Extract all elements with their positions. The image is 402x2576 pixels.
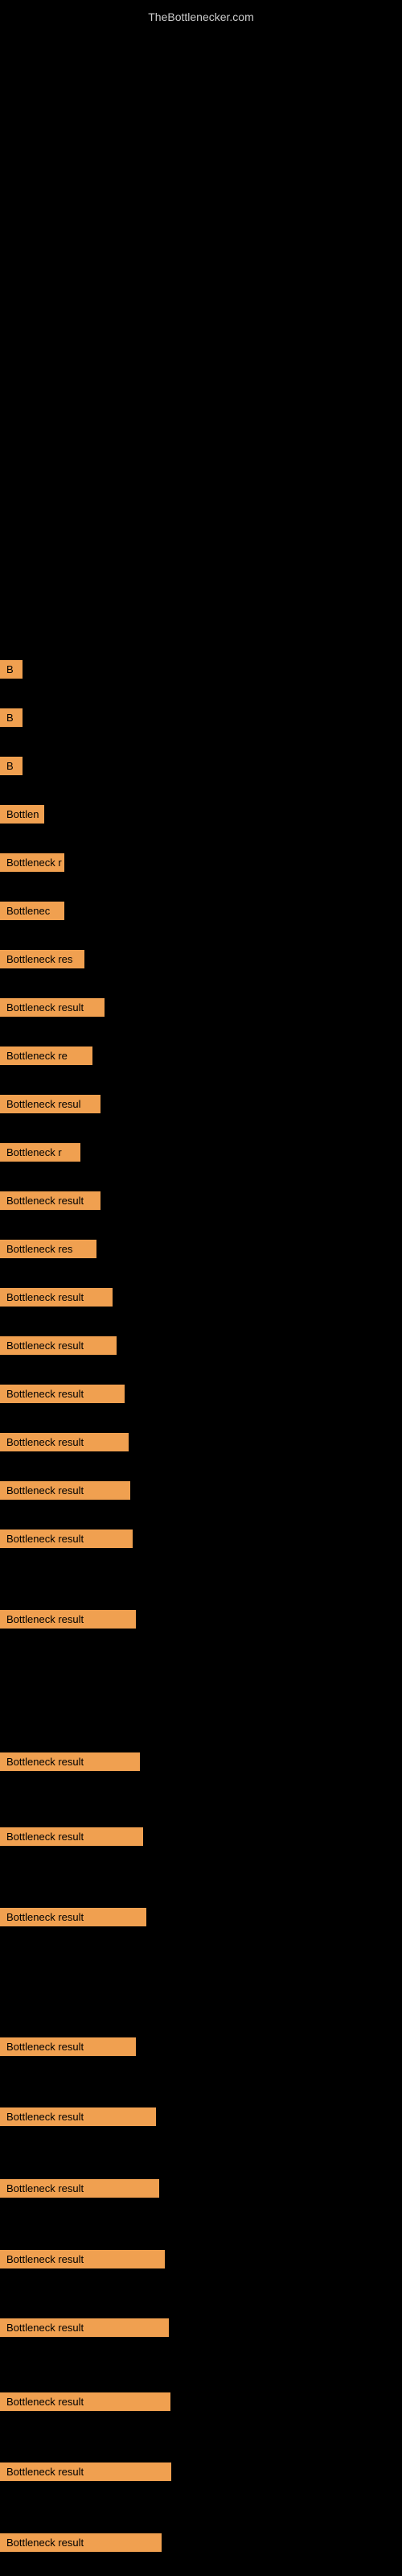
bottleneck-result-item: Bottleneck result: [0, 1288, 113, 1307]
bottleneck-result-item: Bottleneck result: [0, 1908, 146, 1926]
bottleneck-result-item: Bottleneck result: [0, 1336, 117, 1355]
bottleneck-result-item: Bottleneck result: [0, 1481, 130, 1500]
bottleneck-result-item: B: [0, 660, 23, 679]
bottleneck-result-item: Bottleneck result: [0, 2462, 171, 2481]
site-title: TheBottlenecker.com: [0, 4, 402, 30]
bottleneck-result-item: Bottlenec: [0, 902, 64, 920]
bottleneck-result-item: Bottleneck r: [0, 1143, 80, 1162]
bottleneck-result-item: Bottleneck result: [0, 2107, 156, 2126]
bottleneck-result-item: Bottleneck res: [0, 950, 84, 968]
bottleneck-result-item: Bottleneck result: [0, 2037, 136, 2056]
bottleneck-result-item: Bottleneck result: [0, 2392, 170, 2411]
bottleneck-result-item: Bottleneck res: [0, 1240, 96, 1258]
bottleneck-result-item: Bottleneck re: [0, 1046, 92, 1065]
bottleneck-result-item: Bottleneck result: [0, 1530, 133, 1548]
bottleneck-result-item: Bottleneck result: [0, 2318, 169, 2337]
bottleneck-result-item: Bottleneck result: [0, 1191, 100, 1210]
bottleneck-result-item: Bottlen: [0, 805, 44, 824]
bottleneck-result-item: B: [0, 708, 23, 727]
bottleneck-result-item: Bottleneck result: [0, 1433, 129, 1451]
bottleneck-result-item: Bottleneck r: [0, 853, 64, 872]
bottleneck-result-item: B: [0, 757, 23, 775]
bottleneck-result-item: Bottleneck result: [0, 1610, 136, 1629]
bottleneck-result-item: Bottleneck result: [0, 2250, 165, 2268]
bottleneck-result-item: Bottleneck resul: [0, 1095, 100, 1113]
bottleneck-result-item: Bottleneck result: [0, 998, 105, 1017]
bottleneck-result-item: Bottleneck result: [0, 2533, 162, 2552]
bottleneck-result-item: Bottleneck result: [0, 1827, 143, 1846]
bottleneck-result-item: Bottleneck result: [0, 1752, 140, 1771]
bottleneck-result-item: Bottleneck result: [0, 1385, 125, 1403]
bottleneck-result-item: Bottleneck result: [0, 2179, 159, 2198]
